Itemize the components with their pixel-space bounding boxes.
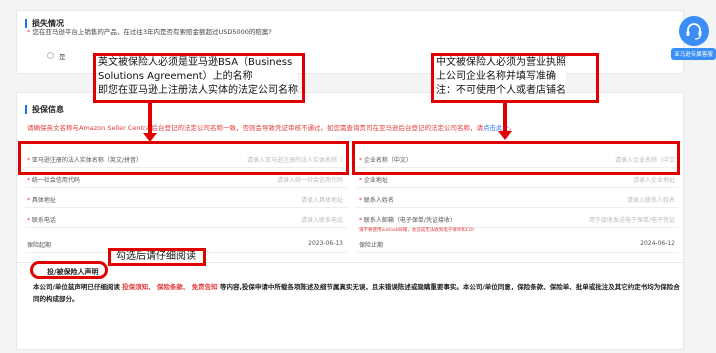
left-field-label-wrap: * 联系电话 [27, 215, 56, 224]
customer-service-button[interactable]: 亚马逊专属客服 [671, 16, 716, 60]
declaration-circle [30, 261, 108, 279]
right-field-label-wrap: * 联系人邮箱（电子保单/凭证接收） [359, 215, 456, 224]
right-field-input[interactable]: 请录入联系人姓名 [627, 195, 675, 204]
start-date-input[interactable]: 2023-06-13 [308, 240, 343, 247]
left-field-label: 联系电话 [31, 217, 56, 224]
highlight-english-name-field [18, 141, 349, 175]
annotation-right-arrow [503, 103, 507, 133]
right-field-label-wrap: * 联系人姓名 [359, 195, 394, 204]
annotation-check-box [108, 248, 206, 266]
insured-section-title: 投保信息 [25, 105, 64, 114]
left-field-label: 具体地址 [31, 197, 56, 204]
left-field-label-wrap: * 统一社会信用代码 [27, 175, 80, 184]
headset-icon [678, 16, 709, 46]
name-warning: 请确保英文名称与Amazon Seller Central后台登记的法定公司名称… [27, 124, 516, 132]
right-field-input[interactable]: 用于接收发送电子保单/电子凭证 [589, 215, 675, 224]
right-field-row: 保险止期 2024-06-12 [357, 233, 679, 253]
left-field-input[interactable]: 请录入统一社会信用代码 [277, 175, 343, 184]
left-field-label-wrap: * 具体地址 [27, 195, 56, 204]
radio-yes[interactable] [47, 52, 54, 59]
right-field-label: 保险止期 [359, 242, 384, 249]
left-field-label: 保险起期 [27, 242, 52, 249]
right-field-row: * 联系人姓名 请录入联系人姓名 [357, 188, 679, 208]
right-field-label: 联系人邮箱（电子保单/凭证接收） [363, 217, 456, 224]
declaration-text: 本公司/单位兹声明已仔细阅读 投保须知、 保险条款、 免责告知 等内容,投保申请… [33, 283, 680, 303]
left-field-row: * 联系电话 请录入联系电话 [25, 208, 347, 228]
left-field-input[interactable]: 请录入联系电话 [301, 215, 343, 224]
left-field-input[interactable]: 请录入具体地址 [301, 195, 343, 204]
left-field-row: * 具体地址 请录入具体地址 [25, 188, 347, 208]
notice-link[interactable]: 投保须知 [122, 283, 148, 291]
insured-section: 投保信息 请确保英文名称与Amazon Seller Central后台登记的法… [16, 92, 684, 267]
declaration-section: 投/被保险人声明 本公司/单位兹声明已仔细阅读 投保须知、 保险条款、 免责告知… [16, 262, 684, 350]
right-field-input[interactable]: 请录入企业地址 [633, 175, 675, 184]
left-field-label: 统一社会信用代码 [31, 177, 80, 184]
right-field-row: * 联系人邮箱（电子保单/凭证接收） 用于接收发送电子保单/电子凭证 请不要使用ou… [357, 208, 679, 233]
end-date-input[interactable]: 2024-06-12 [640, 240, 675, 247]
right-field-label: 企业地址 [363, 177, 388, 184]
annotation-left-arrow [148, 103, 152, 135]
annotation-left-box [93, 53, 305, 103]
loss-question: * 您在亚马逊平台上销售的产品，在过往3年内是否有索赔金额超过USD5000的赔… [27, 28, 272, 36]
radio-yes-label: 是 [59, 53, 66, 61]
highlight-chinese-name-field [352, 141, 680, 175]
customer-service-label: 亚马逊专属客服 [671, 48, 716, 60]
exclusion-link[interactable]: 免责告知 [192, 283, 218, 291]
annotation-right-box [431, 53, 599, 103]
right-field-label: 联系人姓名 [363, 197, 394, 204]
right-field-label-wrap: * 企业地址 [359, 175, 388, 184]
annotation-right-arrow-head [498, 131, 512, 140]
terms-link[interactable]: 保险条款 [157, 283, 183, 291]
